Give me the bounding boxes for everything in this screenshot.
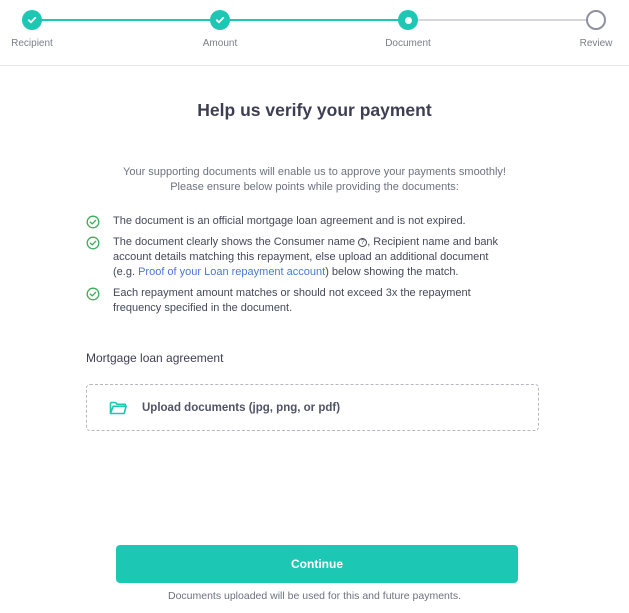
upload-usage-note: Documents uploaded will be used for this… (167, 590, 461, 602)
folder-icon (109, 401, 127, 414)
check-circle-icon (86, 236, 100, 250)
continue-button[interactable]: Continue (116, 545, 518, 583)
intro-line-1: Your supporting documents will enable us… (123, 166, 506, 178)
upload-documents-text: Upload documents (jpg, png, or pdf) (142, 401, 341, 414)
requirement-item: Each repayment amount matches or should … (86, 286, 506, 316)
step-recipient-indicator (22, 10, 42, 30)
check-circle-icon (86, 215, 100, 229)
page-title: Help us verify your payment (197, 100, 432, 120)
intro-text: Your supporting documents will enable us… (60, 165, 569, 195)
requirement-text: ) below showing the match. (325, 266, 459, 278)
progress-stepper: Recipient Amount Document Review (0, 0, 629, 66)
upload-section-label: Mortgage loan agreement (86, 351, 224, 365)
requirement-text: The document is an official mortgage loa… (113, 215, 466, 227)
step-review: Review (556, 10, 629, 49)
step-amount-label: Amount (202, 38, 238, 49)
step-document-indicator (398, 10, 418, 30)
step-amount[interactable]: Amount (180, 10, 260, 49)
requirement-item: The document is an official mortgage loa… (86, 214, 506, 229)
requirement-item: The document clearly shows the Consumer … (86, 235, 506, 280)
intro-line-2: Please ensure below points while providi… (170, 181, 459, 193)
step-review-indicator (586, 10, 606, 30)
requirement-text: Each repayment amount matches or should … (113, 287, 471, 314)
question-circle-icon[interactable]: ? (358, 238, 368, 247)
upload-documents-dropzone[interactable]: Upload documents (jpg, png, or pdf) (86, 384, 539, 431)
current-dot-icon (404, 16, 412, 24)
step-recipient[interactable]: Recipient (0, 10, 72, 49)
step-review-label: Review (579, 38, 613, 49)
check-icon (215, 16, 225, 24)
requirements-list: The document is an official mortgage loa… (86, 214, 506, 322)
step-amount-indicator (210, 10, 230, 30)
step-recipient-label: Recipient (11, 38, 53, 49)
proof-of-loan-repayment-link[interactable]: Proof of your Loan repayment account (138, 266, 325, 278)
requirement-text: The document clearly shows the Consumer … (113, 236, 356, 248)
check-icon (27, 16, 37, 24)
check-circle-icon (86, 287, 100, 301)
step-document-label: Document (385, 38, 431, 49)
step-document: Document (368, 10, 448, 49)
